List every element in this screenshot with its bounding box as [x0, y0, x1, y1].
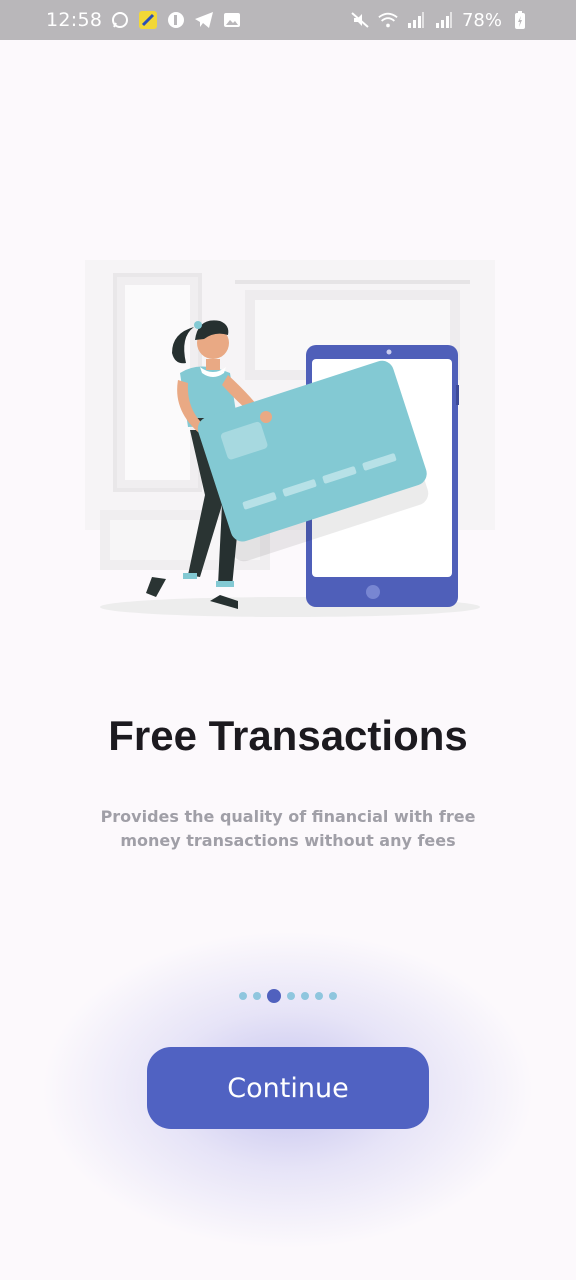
status-time: 12:58	[46, 9, 103, 31]
page-dot[interactable]	[239, 992, 247, 1000]
telegram-icon	[194, 10, 214, 30]
signal-icon	[434, 10, 454, 30]
page-dot[interactable]	[301, 992, 309, 1000]
app-icon	[166, 10, 186, 30]
battery-percent: 78%	[461, 9, 502, 31]
onboarding-subtitle: Provides the quality of financial with f…	[100, 807, 476, 850]
onboarding-illustration	[85, 260, 495, 617]
page-dot[interactable]	[315, 992, 323, 1000]
signal-icon	[406, 10, 426, 30]
app-icon	[138, 10, 158, 30]
status-right: 78%	[350, 10, 530, 31]
continue-button[interactable]: Continue	[147, 1047, 429, 1129]
wifi-icon	[378, 10, 398, 30]
whatsapp-icon	[110, 10, 130, 30]
mute-icon	[350, 10, 370, 30]
onboarding-title: Free Transactions	[108, 712, 468, 759]
status-left: 12:58	[46, 9, 242, 31]
gallery-icon	[222, 10, 242, 30]
page-dot[interactable]	[329, 992, 337, 1000]
page-indicator	[0, 988, 576, 1004]
page-dot-active[interactable]	[267, 989, 281, 1003]
status-bar: 12:58 78%	[0, 0, 576, 40]
battery-charging-icon	[510, 10, 530, 30]
page-dot[interactable]	[253, 992, 261, 1000]
page-dot[interactable]	[287, 992, 295, 1000]
